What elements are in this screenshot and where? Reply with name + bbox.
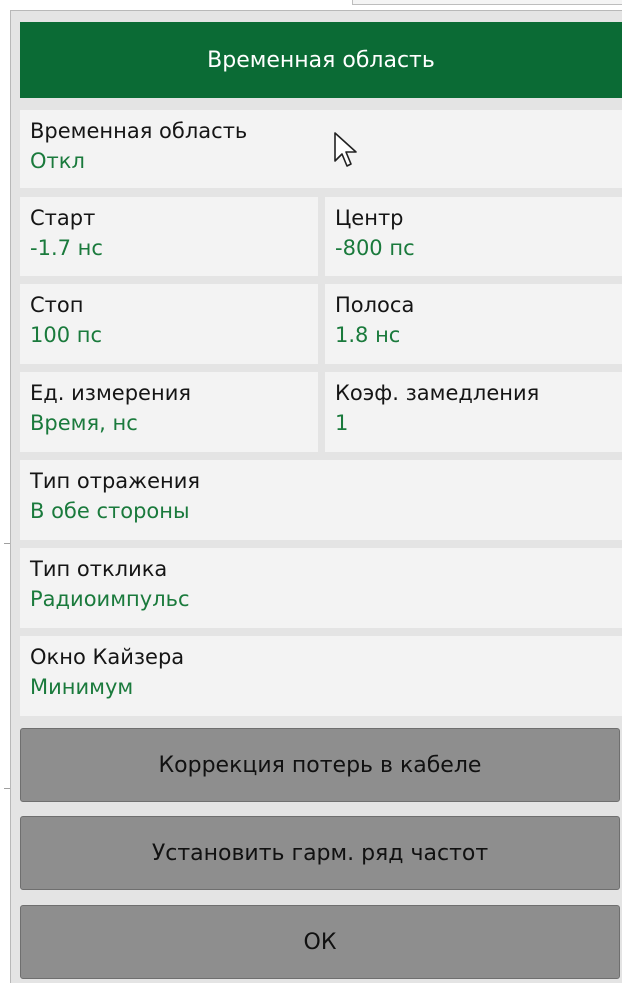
mouse-pointer-icon bbox=[334, 132, 357, 167]
reflection-type-label: Тип отражения bbox=[30, 469, 201, 493]
units-field[interactable]: Ед. измерения Время, нс bbox=[20, 372, 318, 452]
kaiser-window-label: Окно Кайзера bbox=[30, 645, 185, 669]
time-domain-toggle[interactable]: Временная область Откл bbox=[20, 110, 622, 188]
ok-label: ОК bbox=[303, 929, 337, 955]
time-domain-label: Временная область bbox=[30, 119, 248, 143]
start-label: Старт bbox=[30, 206, 96, 230]
center-field[interactable]: Центр -800 пс bbox=[325, 197, 622, 276]
response-type-field[interactable]: Тип отклика Радиоимпульс bbox=[20, 548, 622, 628]
stop-label: Стоп bbox=[30, 293, 84, 317]
velocity-factor-field[interactable]: Коэф. замедления 1 bbox=[325, 372, 622, 452]
time-domain-value: Откл bbox=[30, 149, 85, 173]
kaiser-window-field[interactable]: Окно Кайзера Минимум bbox=[20, 636, 622, 716]
ok-button[interactable]: ОК bbox=[20, 905, 620, 979]
response-type-value: Радиоимпульс bbox=[30, 587, 190, 611]
set-harmonic-grid-label: Установить гарм. ряд частот bbox=[151, 840, 489, 866]
stop-value: 100 пс bbox=[30, 323, 103, 347]
set-harmonic-grid-button[interactable]: Установить гарм. ряд частот bbox=[20, 816, 620, 890]
velocity-factor-value: 1 bbox=[335, 411, 349, 435]
cable-loss-correction-button[interactable]: Коррекция потерь в кабеле bbox=[20, 728, 620, 802]
window-edge bbox=[352, 0, 622, 5]
response-type-label: Тип отклика bbox=[30, 557, 168, 581]
panel-title: Временная область bbox=[20, 22, 622, 98]
reflection-type-field[interactable]: Тип отражения В обе стороны bbox=[20, 460, 622, 540]
start-value: -1.7 нс bbox=[30, 236, 103, 260]
cable-loss-correction-label: Коррекция потерь в кабеле bbox=[158, 752, 482, 778]
units-label: Ед. измерения bbox=[30, 381, 191, 405]
units-value: Время, нс bbox=[30, 411, 138, 435]
start-field[interactable]: Старт -1.7 нс bbox=[20, 197, 318, 276]
span-label: Полоса bbox=[335, 293, 415, 317]
kaiser-window-value: Минимум bbox=[30, 675, 134, 699]
span-field[interactable]: Полоса 1.8 нс bbox=[325, 284, 622, 364]
center-value: -800 пс bbox=[335, 236, 415, 260]
span-value: 1.8 нс bbox=[335, 323, 401, 347]
stop-field[interactable]: Стоп 100 пс bbox=[20, 284, 318, 364]
reflection-type-value: В обе стороны bbox=[30, 499, 190, 523]
velocity-factor-label: Коэф. замедления bbox=[335, 381, 540, 405]
center-label: Центр bbox=[335, 206, 404, 230]
